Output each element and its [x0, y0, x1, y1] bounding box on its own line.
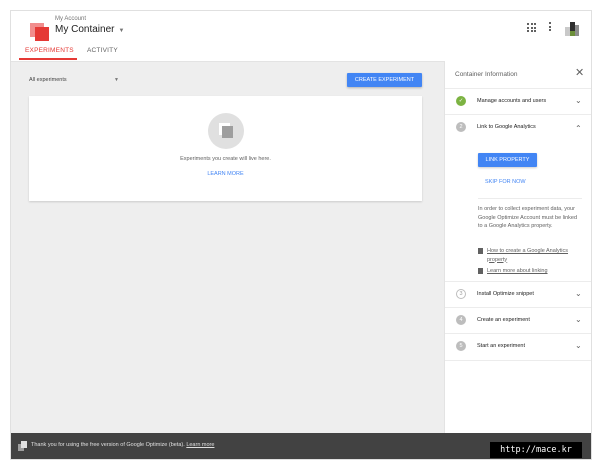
divider	[478, 198, 582, 199]
document-icon	[478, 268, 483, 274]
link-property-button[interactable]: LINK PROPERTY	[478, 153, 537, 167]
chevron-down-icon: ⌄	[575, 341, 582, 350]
learn-more-link[interactable]: LEARN MORE	[29, 171, 422, 177]
empty-state-message: Experiments you create will live here.	[180, 156, 271, 162]
document-icon	[478, 248, 483, 254]
experiment-filter-select[interactable]: All experiments ▼	[29, 77, 119, 89]
step-label: Install Optimize snippet	[477, 291, 534, 297]
tab-activity[interactable]: ACTIVITY	[87, 47, 118, 54]
step-manage-accounts[interactable]: ✓ Manage accounts and users ⌄	[445, 88, 591, 115]
experiments-empty-icon	[208, 113, 244, 149]
doc-link-text: How to create a Google Analytics propert…	[487, 248, 569, 263]
step-label: Manage accounts and users	[477, 98, 547, 104]
step-create-experiment[interactable]: 4 Create an experiment ⌄	[445, 307, 591, 334]
chevron-down-icon: ⌄	[575, 96, 582, 105]
app-header: My Account My Container ▼ EXPERIMENTS ACT…	[11, 11, 591, 62]
avatar[interactable]	[565, 22, 579, 36]
container-name: My Container	[55, 24, 115, 35]
container-info-panel: Container Information ✕ ✓ Manage account…	[444, 61, 591, 433]
tab-experiments[interactable]: EXPERIMENTS	[25, 47, 74, 54]
chevron-down-icon: ⌄	[575, 289, 582, 298]
step-number: 3	[456, 289, 466, 299]
caret-down-icon: ▼	[118, 28, 125, 34]
create-experiment-button[interactable]: CREATE EXPERIMENT	[347, 73, 422, 87]
step-number: 5	[456, 341, 466, 351]
link-description: In order to collect experiment data, you…	[478, 206, 578, 229]
apps-grid-icon[interactable]	[527, 23, 536, 32]
footer-message: Thank you for using the free version of …	[31, 442, 214, 448]
more-vert-icon[interactable]	[549, 22, 552, 33]
optimize-logo-icon	[30, 20, 52, 42]
step-start-experiment[interactable]: 5 Start an experiment ⌄	[445, 333, 591, 361]
step-number: 4	[456, 315, 466, 325]
step-link-analytics[interactable]: 2 Link to Google Analytics ⌃ LINK PROPER…	[445, 114, 591, 282]
empty-state-card: Experiments you create will live here. L…	[29, 96, 422, 201]
account-label: My Account	[55, 16, 87, 22]
doc-link-text: Learn more about linking	[487, 268, 548, 274]
step-number: 2	[456, 122, 466, 132]
close-icon[interactable]: ✕	[575, 68, 584, 79]
step-label: Create an experiment	[477, 317, 530, 323]
container-selector[interactable]: My Container ▼	[55, 24, 124, 35]
optimize-app: My Account My Container ▼ EXPERIMENTS ACT…	[10, 10, 592, 460]
doc-link-learn-linking[interactable]: Learn more about linking	[478, 267, 582, 276]
checkmark-icon: ✓	[456, 96, 466, 106]
panel-title: Container Information	[455, 71, 518, 78]
active-tab-indicator	[19, 58, 77, 60]
step-label: Link to Google Analytics	[477, 124, 536, 130]
dropdown-arrow-icon: ▼	[114, 77, 119, 83]
doc-link-create-property[interactable]: How to create a Google Analytics propert…	[478, 247, 582, 264]
skip-for-now-link[interactable]: SKIP FOR NOW	[485, 179, 526, 185]
footer-learn-more-link[interactable]: Learn more	[186, 442, 214, 448]
chevron-down-icon: ⌄	[575, 315, 582, 324]
optimize-icon	[18, 441, 27, 451]
footer-text: Thank you for using the free version of …	[31, 442, 185, 448]
step-install-snippet[interactable]: 3 Install Optimize snippet ⌄	[445, 281, 591, 308]
step-label: Start an experiment	[477, 343, 525, 349]
chevron-up-icon: ⌃	[575, 124, 582, 133]
watermark: http://mace.kr	[490, 442, 582, 458]
filter-value: All experiments	[29, 77, 67, 83]
